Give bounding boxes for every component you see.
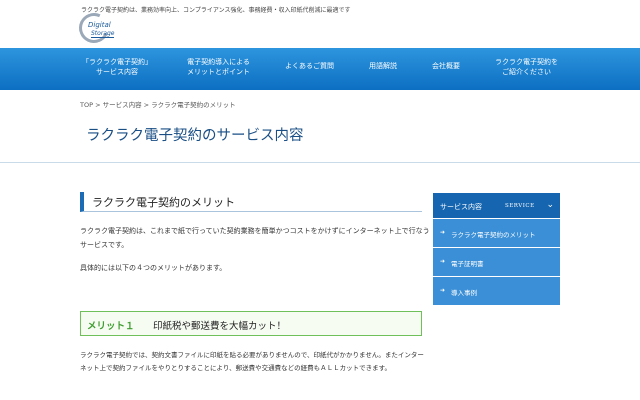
logo-text-digital: Digital — [88, 21, 111, 29]
breadcrumb[interactable]: TOP > サービス内容 > ラクラク電子契約のメリット — [80, 99, 236, 109]
chevron-down-icon: ⌄ — [546, 200, 554, 210]
merit-1-paragraph: ラクラク電子契約では、契約文書ファイルに印紙を貼る必要がありませんので、印紙代が… — [80, 351, 424, 372]
arrow-right-icon: ➜ — [440, 287, 446, 294]
digital-storage-logo[interactable]: Digital Storage — [74, 8, 139, 48]
arrow-right-icon: ➜ — [440, 258, 446, 265]
nav-item-glossary[interactable]: 用語解説 — [369, 48, 397, 90]
page-title: ラクラク電子契約のサービス内容 — [86, 128, 304, 144]
global-nav: 「ラクラク電子契約」 サービス内容 電子契約導入による メリットとポイント よく… — [0, 48, 640, 90]
title-divider — [0, 162, 640, 163]
merit-1-heading: メリット１ 印紙税や郵送費を大幅カット！ — [80, 311, 422, 336]
nav-item-referral[interactable]: ラクラク電子契約を ご紹介ください — [495, 48, 558, 90]
arrow-right-icon: ➜ — [440, 229, 446, 236]
logo-text-storage: Storage — [91, 30, 115, 38]
site-header: ラクラク電子契約は、業務効率向上、コンプライアンス強化、事務経費・収入印紙代削減… — [0, 0, 640, 48]
nav-item-faq[interactable]: よくあるご質問 — [285, 48, 334, 90]
intro-paragraph: ラクラク電子契約は、これまで紙で行っていた契約業務を簡単かつコストをかけずにイン… — [80, 227, 430, 249]
sidebar-menu: サービス内容 SERVICE ⌄ ➜ ラクラク電子契約のメリット ➜ 電子証明書… — [433, 193, 560, 306]
sidebar-item-certificate[interactable]: ➜ 電子証明書 — [433, 248, 560, 277]
sidebar-item-merit[interactable]: ➜ ラクラク電子契約のメリット — [433, 219, 560, 248]
nav-item-merit[interactable]: 電子契約導入による メリットとポイント — [187, 48, 250, 90]
sidebar-item-case-studies[interactable]: ➜ 導入事例 — [433, 277, 560, 306]
sidebar-heading[interactable]: サービス内容 SERVICE ⌄ — [433, 193, 560, 219]
merit-count-paragraph: 具体的には以下の４つのメリットがあります。 — [80, 264, 227, 272]
nav-item-company[interactable]: 会社概要 — [432, 48, 460, 90]
merit-1-title: 印紙税や郵送費を大幅カット！ — [153, 321, 287, 332]
nav-item-service[interactable]: 「ラクラク電子契約」 サービス内容 — [82, 48, 152, 90]
merit-1-label: メリット１ — [87, 321, 135, 332]
section-heading: ラクラク電子契約のメリット — [80, 192, 422, 212]
